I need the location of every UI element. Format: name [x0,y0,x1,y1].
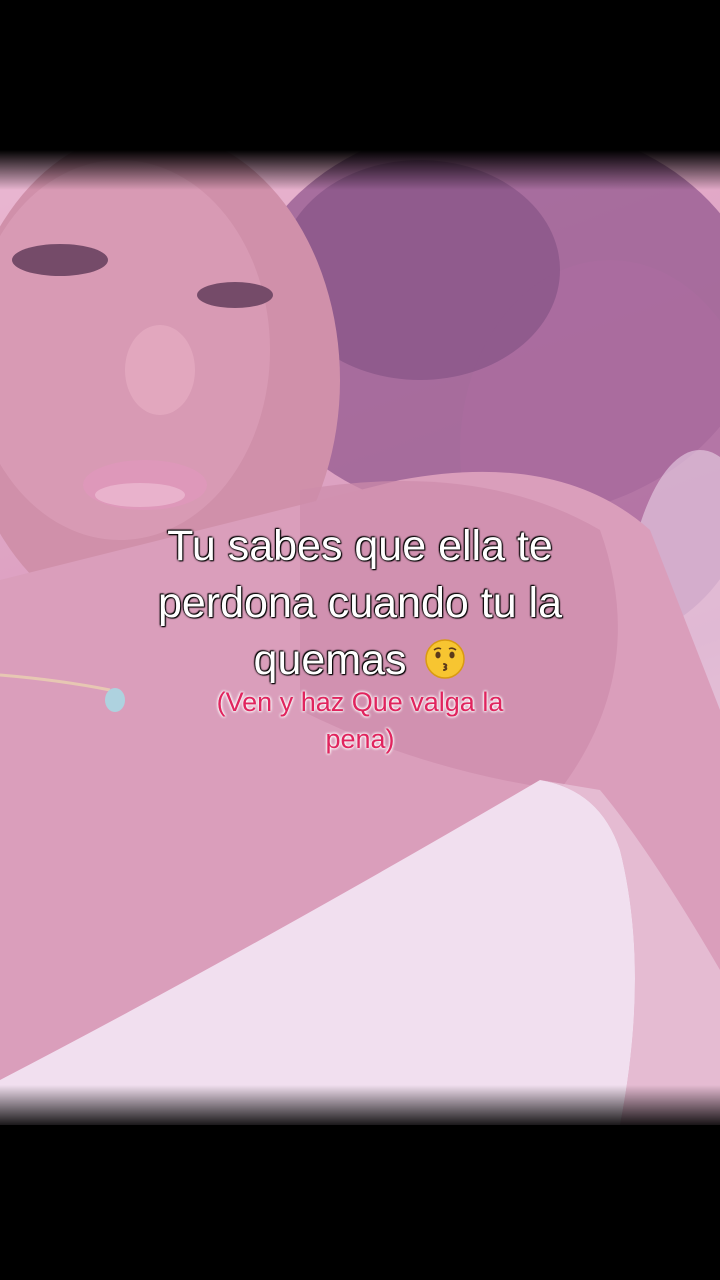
caption-line-3-text: quemas [253,636,407,684]
caption-text: Tu sabes que ella te perdona cuando tu l… [60,518,660,689]
caption-line-3: quemas [60,632,660,689]
kissing-face-icon [425,639,466,679]
video-frame[interactable]: Tu sabes que ella te perdona cuando tu l… [0,0,720,1280]
top-fade [0,150,720,190]
subcaption-text: (Ven y haz Que valga la pena) [160,684,560,758]
caption-line-2: perdona cuando tu la [157,579,563,627]
subcaption-line-1: (Ven y haz Que valga la [216,687,504,717]
subcaption-line-2: pena) [325,724,395,754]
bottom-fade [0,1085,720,1130]
caption-line-1: Tu sabes que ella te [167,522,553,570]
